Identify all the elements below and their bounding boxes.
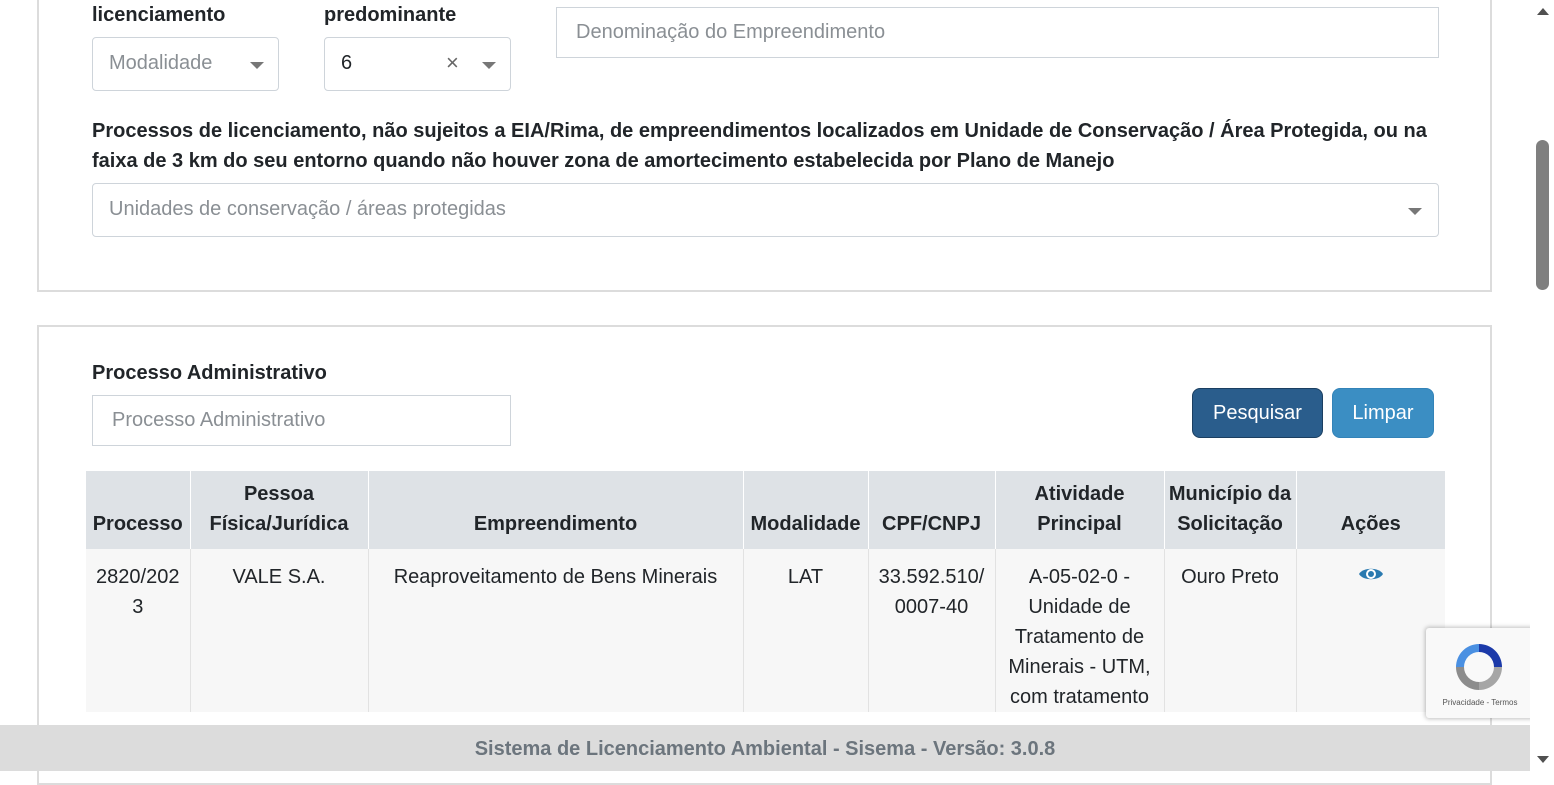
recaptcha-badge[interactable]: Privacidade - Termos bbox=[1426, 628, 1534, 718]
chevron-down-icon bbox=[1408, 208, 1422, 215]
uc-select[interactable]: Unidades de conservação / áreas protegid… bbox=[92, 183, 1439, 237]
processo-placeholder: Processo Administrativo bbox=[112, 409, 326, 431]
uc-placeholder: Unidades de conservação / áreas protegid… bbox=[109, 198, 506, 220]
header-processo[interactable]: Processo bbox=[86, 471, 191, 549]
scroll-down-icon[interactable] bbox=[1537, 756, 1549, 763]
header-modalidade[interactable]: Modalidade bbox=[743, 471, 869, 549]
predominante-label: predominante bbox=[324, 4, 457, 26]
cell-pessoa: VALE S.A. bbox=[190, 549, 369, 712]
scroll-up-icon[interactable] bbox=[1537, 8, 1549, 15]
cell-empreendimento: Reaproveitamento de Bens Minerais bbox=[368, 549, 744, 712]
header-atividade[interactable]: Atividade Principal bbox=[995, 471, 1165, 549]
cell-acoes bbox=[1296, 549, 1445, 712]
results-table: Processo Pessoa Física/Jurídica Empreend… bbox=[86, 471, 1445, 712]
processo-input[interactable]: Processo Administrativo bbox=[92, 395, 511, 446]
recaptcha-icon bbox=[1456, 644, 1502, 690]
clear-icon[interactable]: × bbox=[446, 50, 459, 76]
header-pessoa[interactable]: Pessoa Física/Jurídica bbox=[190, 471, 369, 549]
denominacao-input[interactable]: Denominação do Empreendimento bbox=[556, 7, 1439, 58]
eye-icon[interactable] bbox=[1358, 562, 1384, 592]
modalidade-select[interactable]: Modalidade bbox=[92, 37, 279, 91]
modalidade-label: licenciamento bbox=[92, 4, 226, 26]
scrollbar[interactable] bbox=[1530, 0, 1554, 771]
header-acoes: Ações bbox=[1296, 471, 1445, 549]
header-municipio[interactable]: Município da Solicitação bbox=[1164, 471, 1297, 549]
clear-button[interactable]: Limpar bbox=[1332, 388, 1434, 438]
chevron-down-icon bbox=[482, 62, 496, 69]
cell-modalidade: LAT bbox=[743, 549, 869, 712]
modalidade-placeholder: Modalidade bbox=[109, 52, 213, 74]
predominante-select[interactable]: 6 × bbox=[324, 37, 511, 91]
denominacao-placeholder: Denominação do Empreendimento bbox=[576, 21, 886, 43]
cell-municipio: Ouro Preto bbox=[1164, 549, 1297, 712]
cell-cpf-cnpj: 33.592.510/0007-40 bbox=[868, 549, 996, 712]
chevron-down-icon bbox=[250, 62, 264, 69]
header-cpf-cnpj[interactable]: CPF/CNPJ bbox=[868, 471, 996, 549]
predominante-value: 6 bbox=[341, 52, 353, 74]
uc-description: Processos de licenciamento, não sujeitos… bbox=[92, 120, 1427, 172]
recaptcha-links[interactable]: Privacidade - Termos bbox=[1426, 698, 1534, 707]
table-header-row: Processo Pessoa Física/Jurídica Empreend… bbox=[86, 471, 1445, 549]
header-empreendimento[interactable]: Empreendimento bbox=[368, 471, 744, 549]
cell-atividade: A-05-02-0 - Unidade de Tratamento de Min… bbox=[995, 549, 1165, 712]
cell-processo: 2820/2023 bbox=[86, 549, 191, 712]
scrollbar-thumb[interactable] bbox=[1536, 140, 1549, 290]
processo-label: Processo Administrativo bbox=[92, 362, 327, 384]
search-button[interactable]: Pesquisar bbox=[1192, 388, 1323, 438]
footer: Sistema de Licenciamento Ambiental - Sis… bbox=[0, 725, 1530, 771]
table-row: 2820/2023 VALE S.A. Reaproveitamento de … bbox=[86, 549, 1445, 712]
